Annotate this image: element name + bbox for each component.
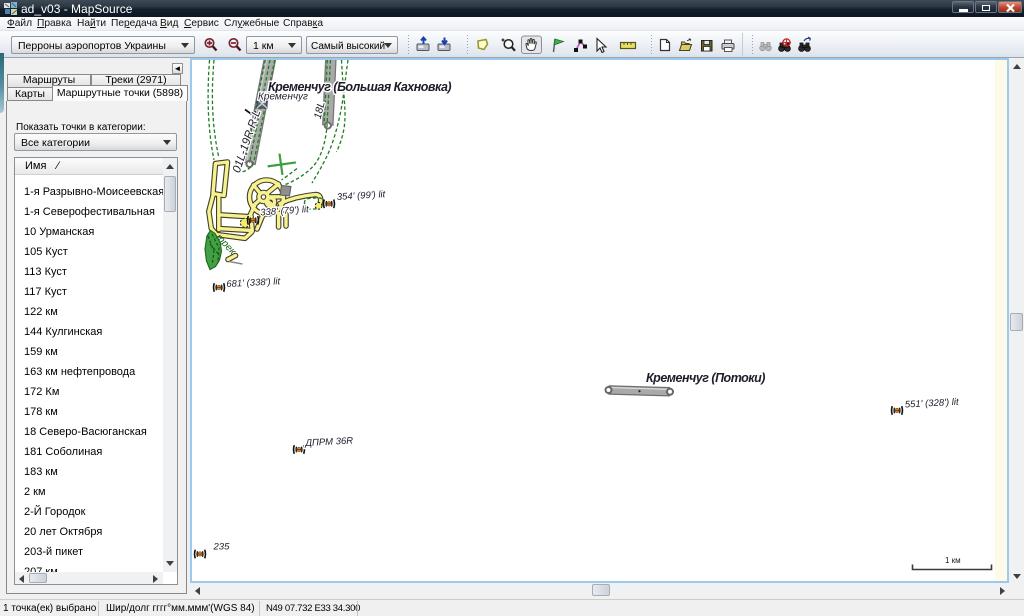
svg-text:551' (328') lit: 551' (328') lit xyxy=(905,397,960,411)
svg-text:Кременчуг: Кременчуг xyxy=(258,92,308,103)
svg-text:681' (338') lit: 681' (338') lit xyxy=(226,276,281,290)
svg-text:ДПРМ 36R: ДПРМ 36R xyxy=(304,436,353,450)
svg-text:Кременчуг (Потоки): Кременчуг (Потоки) xyxy=(646,371,765,385)
svg-text:338' (79') lit: 338' (79') lit xyxy=(260,204,310,218)
svg-text:1 км: 1 км xyxy=(945,556,961,565)
svg-text:354' (99') lit: 354' (99') lit xyxy=(337,189,386,203)
svg-text:235: 235 xyxy=(213,542,231,553)
